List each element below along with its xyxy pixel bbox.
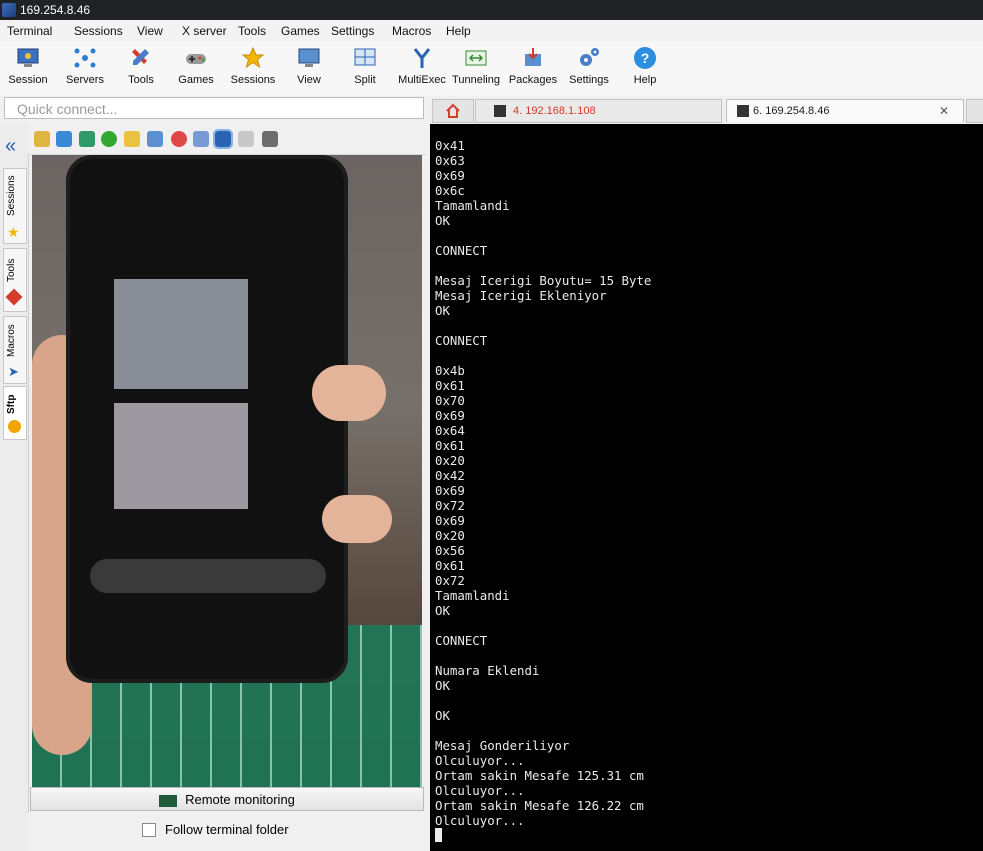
terminal-icon[interactable] (262, 131, 278, 147)
app-logo-icon (2, 3, 16, 17)
follow-folder-label: Follow terminal folder (165, 822, 289, 837)
tab-session-4[interactable]: 4. 192.168.1.108 (475, 99, 722, 123)
games-button[interactable]: Games (168, 44, 224, 94)
send-icon: ➤ (8, 364, 19, 379)
packages-button[interactable]: Packages (505, 44, 561, 94)
quick-connect-input[interactable]: Quick connect... (4, 97, 424, 119)
main-toolbar: Session Servers Tools Games Sessions Vie… (0, 42, 983, 96)
terminal-tab-icon (737, 105, 749, 117)
sftp-icon (8, 420, 21, 433)
message-input-bar (90, 559, 326, 593)
close-tab-icon[interactable]: ✕ (939, 100, 949, 122)
star-icon: ★ (7, 224, 20, 240)
terminal-tab-icon (494, 105, 506, 117)
collapse-panel-icon[interactable]: « (5, 136, 16, 156)
new-file-icon[interactable] (147, 131, 163, 147)
servers-button[interactable]: Servers (57, 44, 113, 94)
tab-session-6[interactable]: 6. 169.254.8.46 ✕ (726, 99, 964, 122)
tunneling-icon (465, 50, 487, 66)
gears-icon (580, 48, 599, 66)
side-tab-sessions[interactable]: Sessions ★ (3, 168, 27, 244)
menu-tools[interactable]: Tools (238, 24, 266, 38)
games-icon (186, 54, 206, 64)
servers-icon (74, 48, 96, 68)
menu-x-server[interactable]: X server (182, 24, 227, 38)
menu-terminal[interactable]: Terminal (7, 24, 52, 38)
follow-folder-row: Follow terminal folder (28, 813, 426, 851)
menu-view[interactable]: View (137, 24, 163, 38)
view-icon (298, 48, 320, 67)
star-icon (241, 46, 265, 69)
rename-icon[interactable] (193, 131, 209, 147)
menu-bar: Terminal Sessions View X server Tools Ga… (0, 20, 983, 43)
tunneling-button[interactable]: Tunneling (448, 44, 504, 94)
tools-icon (5, 288, 23, 306)
settings-button[interactable]: Settings (561, 44, 617, 94)
split-button[interactable]: Split (337, 44, 393, 94)
upload-icon[interactable] (79, 131, 95, 147)
svg-text:?: ? (641, 50, 650, 66)
video-frame (32, 155, 422, 787)
packages-icon (525, 48, 541, 66)
menu-sessions[interactable]: Sessions (74, 24, 123, 38)
side-tab-macros[interactable]: Macros ➤ (3, 316, 27, 384)
edit-icon[interactable] (238, 131, 254, 147)
split-icon (354, 48, 376, 66)
help-button[interactable]: ? Help (617, 44, 673, 94)
menu-macros[interactable]: Macros (392, 24, 431, 38)
terminal-text: 0x41 0x63 0x69 0x6c Tamamlandi OK CONNEC… (435, 138, 652, 828)
tab-label: 6. 169.254.8.46 (753, 105, 830, 117)
tab-label: 4. 192.168.1.108 (513, 105, 596, 117)
video-call-tile (114, 279, 248, 389)
follow-terminal-folder-checkbox[interactable] (142, 823, 156, 837)
sessions-button[interactable]: Sessions (225, 44, 281, 94)
window-title: 169.254.8.46 (20, 3, 91, 17)
multiexec-button[interactable]: MultiExec (394, 44, 450, 94)
side-panel-tabs: « Sessions ★ Tools Macros ➤ Sftp (0, 124, 29, 851)
menu-games[interactable]: Games (281, 24, 320, 38)
download-icon[interactable] (56, 131, 72, 147)
video-call-tile (114, 403, 248, 509)
delete-icon[interactable] (171, 131, 187, 147)
window-title-bar: 169.254.8.46 (0, 0, 983, 20)
help-icon: ? (634, 47, 656, 69)
parent-folder-icon[interactable] (34, 131, 50, 147)
finger (322, 495, 392, 543)
new-tab-button[interactable] (966, 99, 983, 123)
home-icon (446, 103, 460, 118)
menu-help[interactable]: Help (446, 24, 471, 38)
terminal-cursor (435, 828, 442, 842)
home-tab[interactable] (432, 99, 474, 123)
finger (312, 365, 386, 421)
side-tab-sftp[interactable]: Sftp (3, 386, 27, 440)
terminal-output[interactable]: 0x41 0x63 0x69 0x6c Tamamlandi OK CONNEC… (430, 124, 983, 851)
session-tab-strip: 4. 192.168.1.108 6. 169.254.8.46 ✕ (430, 97, 983, 123)
tools-button[interactable]: Tools (113, 44, 169, 94)
multiexec-icon (413, 48, 431, 68)
refresh-icon[interactable] (101, 131, 117, 147)
view-button[interactable]: View (281, 44, 337, 94)
remote-monitoring-button[interactable]: Remote monitoring (30, 787, 424, 811)
new-folder-icon[interactable] (124, 131, 140, 147)
session-button[interactable]: Session (0, 44, 56, 94)
side-tab-tools[interactable]: Tools (3, 248, 27, 312)
tools-icon (132, 49, 149, 65)
sftp-toolbar (28, 124, 426, 155)
permissions-icon[interactable] (213, 129, 233, 149)
phone (66, 155, 348, 683)
menu-settings[interactable]: Settings (331, 24, 374, 38)
session-monitor-icon (17, 48, 39, 67)
monitor-graph-icon (159, 794, 178, 807)
